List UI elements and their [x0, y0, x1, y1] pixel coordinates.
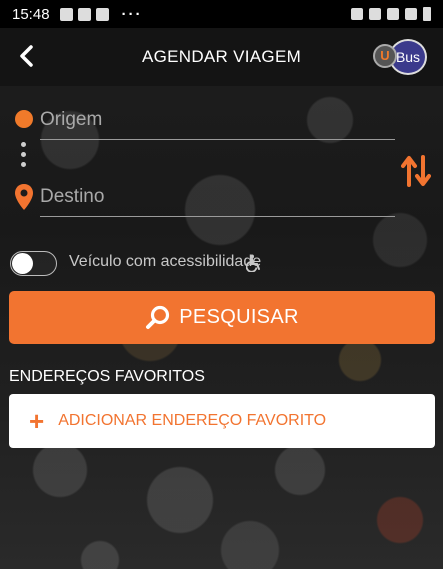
add-favorite-label: ADICIONAR ENDEREÇO FAVORITO: [58, 412, 327, 429]
back-arrow-icon[interactable]: [14, 42, 42, 70]
favorites-heading: ENDEREÇOS FAVORITOS: [9, 368, 205, 385]
app-bar: AGENDAR VIAGEM Bus U: [0, 28, 443, 86]
wheelchair-icon: [246, 254, 260, 272]
origin-field-container: [40, 100, 395, 140]
accessibility-label: Veículo com acessibilidade: [69, 253, 262, 270]
toggle-knob: [12, 252, 33, 274]
logo-u-circle: U: [373, 44, 397, 68]
destination-field-container: [40, 177, 395, 217]
more-notifications-icon: ···: [121, 5, 143, 23]
search-icon: [146, 305, 170, 329]
plus-icon: +: [29, 406, 45, 436]
status-bar: 15:48 ···: [0, 0, 443, 28]
status-time: 15:48: [12, 5, 50, 23]
page-title: AGENDAR VIAGEM: [141, 47, 302, 66]
mute-icon: [369, 8, 381, 20]
battery-icon: [423, 7, 431, 21]
location-pin-icon: [15, 184, 33, 210]
alarm-icon: [351, 8, 363, 20]
origin-dot-icon: [15, 110, 33, 128]
signal-icon: [405, 8, 417, 20]
route-connector-icon: [21, 142, 27, 172]
ubus-logo: Bus U: [373, 38, 427, 76]
facebook-icon: [59, 7, 73, 21]
destination-input[interactable]: [40, 177, 395, 216]
add-favorite-button[interactable]: + ADICIONAR ENDEREÇO FAVORITO: [9, 394, 435, 448]
status-icons: [351, 7, 431, 21]
search-button-label: PESQUISAR: [179, 306, 299, 328]
wifi-icon: [387, 8, 399, 20]
search-button[interactable]: PESQUISAR: [9, 291, 435, 344]
image-icon: [77, 7, 91, 21]
accessibility-toggle[interactable]: [10, 251, 57, 276]
swap-route-icon[interactable]: [401, 154, 431, 188]
message-icon: [95, 7, 109, 21]
origin-input[interactable]: [40, 100, 395, 139]
